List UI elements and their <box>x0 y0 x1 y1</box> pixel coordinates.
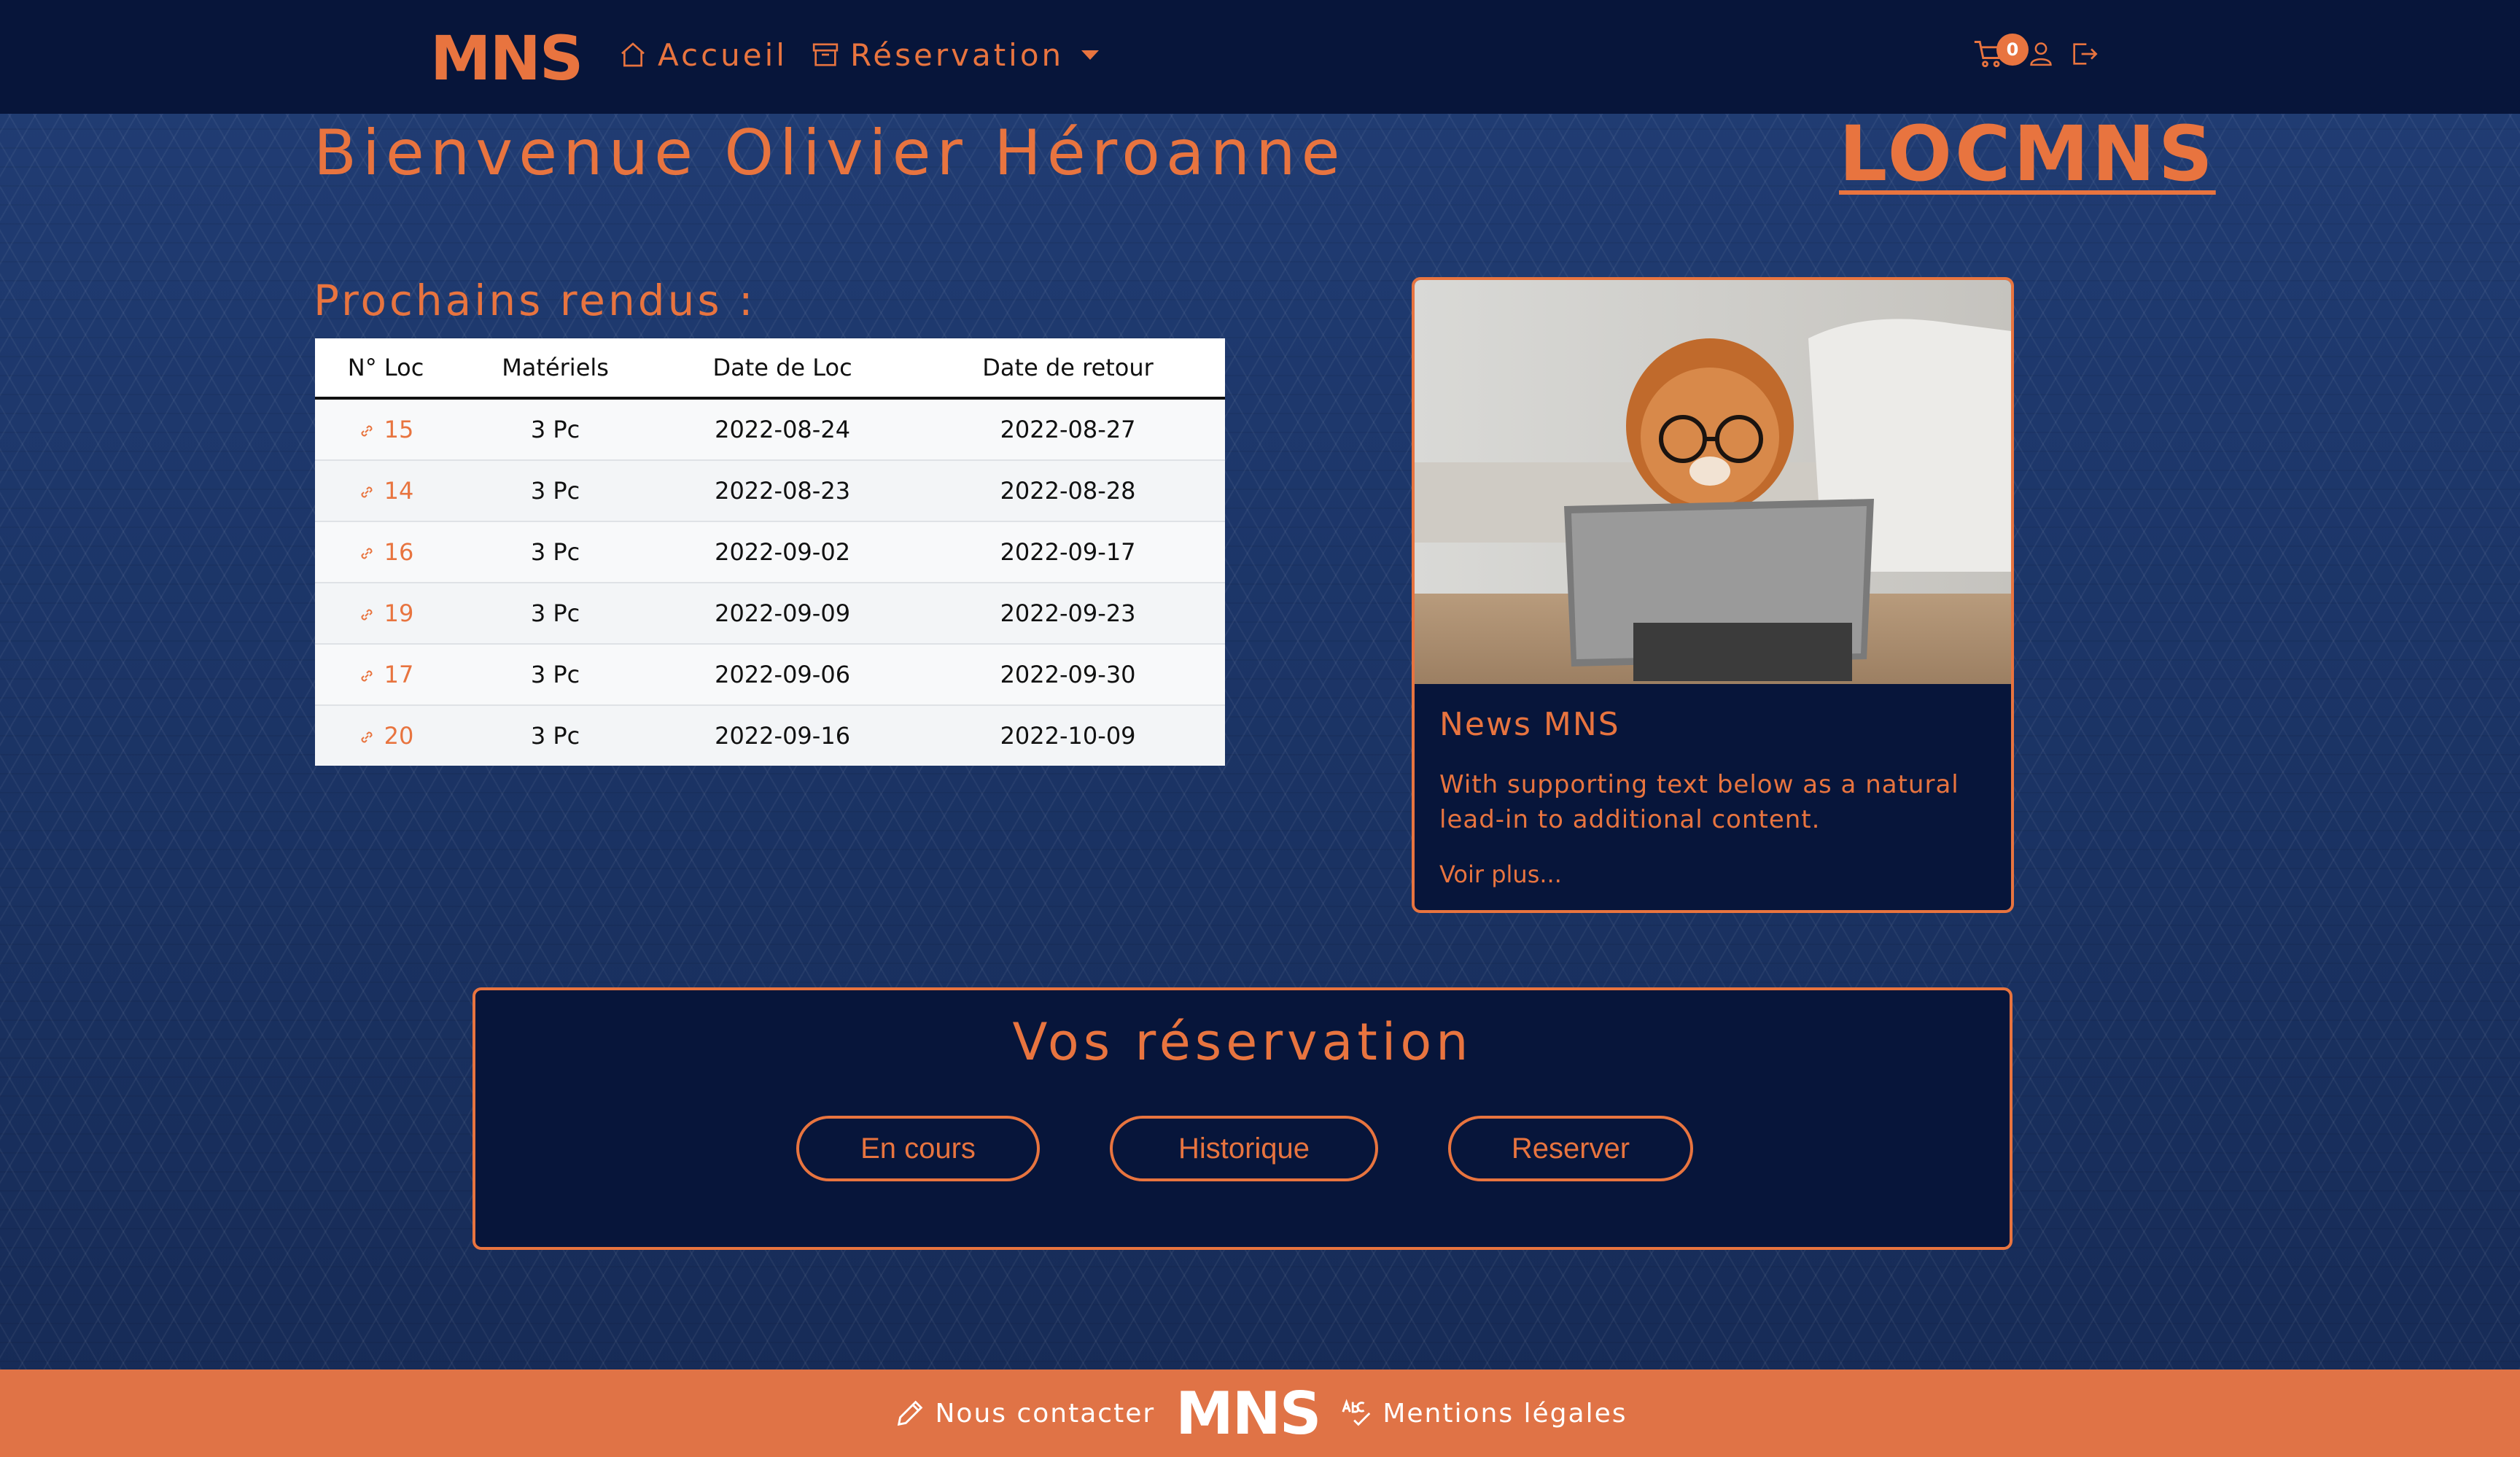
brand-logo[interactable]: MNS <box>430 22 583 95</box>
locmns-logo[interactable]: LOCMNS <box>1839 109 2216 198</box>
spellcheck-icon <box>1342 1399 1371 1426</box>
column-header-materials: Matériels <box>456 338 655 400</box>
link-icon <box>361 670 373 682</box>
footer-logo: MNS <box>1175 1379 1321 1448</box>
cart-count-badge: 0 <box>1996 34 2029 66</box>
pencil-icon <box>897 1400 922 1426</box>
loc-number: 16 <box>384 538 414 566</box>
table-row: 15 3 Pc 2022-08-24 2022-08-27 <box>315 397 1225 460</box>
loc-number: 14 <box>384 477 414 505</box>
loc-link[interactable]: 19 <box>358 599 414 627</box>
start-date-cell: 2022-09-09 <box>654 582 911 644</box>
start-date-cell: 2022-09-16 <box>654 704 911 766</box>
return-date-cell: 2022-09-30 <box>911 643 1225 705</box>
logout-icon <box>2073 43 2098 65</box>
link-icon <box>361 425 373 437</box>
start-date-cell: 2022-08-23 <box>654 459 911 521</box>
loc-number: 17 <box>384 661 414 688</box>
return-date-cell: 2022-10-09 <box>911 704 1225 766</box>
loc-link[interactable]: 16 <box>358 538 414 566</box>
reservations-title: Vos réservation <box>1012 1012 1473 1072</box>
table-row: 19 3 Pc 2022-09-09 2022-09-23 <box>315 582 1225 644</box>
chevron-down-icon <box>1081 50 1100 60</box>
loc-number: 19 <box>384 599 414 627</box>
materials-cell: 3 Pc <box>456 643 655 705</box>
news-see-more-link[interactable]: Voir plus... <box>1439 860 1562 888</box>
legal-label: Mentions légales <box>1382 1398 1628 1429</box>
history-button[interactable]: Historique <box>1110 1116 1378 1181</box>
upcoming-returns-table: N° Loc Matériels Date de Loc Date de ret… <box>315 338 1225 766</box>
column-header-start-date: Date de Loc <box>654 338 911 400</box>
legal-link[interactable]: Mentions légales <box>1340 1396 1627 1430</box>
in-progress-button[interactable]: En cours <box>796 1116 1040 1181</box>
start-date-cell: 2022-09-02 <box>654 521 911 583</box>
loc-number: 15 <box>384 416 414 443</box>
home-icon <box>621 42 645 67</box>
column-header-loc: N° Loc <box>315 338 457 400</box>
nav-reservation-label: Réservation <box>850 36 1065 73</box>
link-icon <box>361 609 373 621</box>
materials-cell: 3 Pc <box>456 704 655 766</box>
return-date-cell: 2022-09-17 <box>911 521 1225 583</box>
loc-link[interactable]: 14 <box>358 477 414 505</box>
reserve-button[interactable]: Reserver <box>1448 1116 1693 1181</box>
loc-link[interactable]: 20 <box>358 722 414 750</box>
link-icon <box>361 486 373 498</box>
footer: Nous contacter MNS Mentions légales <box>0 1369 2520 1457</box>
news-text: With supporting text below as a natural … <box>1439 770 1959 834</box>
contact-link[interactable]: Nous contacter <box>893 1396 1156 1430</box>
materials-cell: 3 Pc <box>456 397 655 460</box>
start-date-cell: 2022-09-06 <box>654 643 911 705</box>
nav-home-link[interactable]: Accueil <box>618 29 788 80</box>
profile-button[interactable] <box>2027 39 2055 70</box>
table-row: 16 3 Pc 2022-09-02 2022-09-17 <box>315 521 1225 583</box>
top-navbar: MNS Accueil Réservation 0 <box>0 0 2520 114</box>
user-icon <box>2030 42 2052 66</box>
news-image <box>1415 280 2011 684</box>
upcoming-returns-title: Prochains rendus : <box>314 276 756 325</box>
return-date-cell: 2022-08-27 <box>911 397 1225 460</box>
news-card: News MNS With supporting text below as a… <box>1412 277 2014 913</box>
news-title: News MNS <box>1439 706 1620 743</box>
table-row: 17 3 Pc 2022-09-06 2022-09-30 <box>315 643 1225 705</box>
materials-cell: 3 Pc <box>456 582 655 644</box>
materials-cell: 3 Pc <box>456 459 655 521</box>
return-date-cell: 2022-08-28 <box>911 459 1225 521</box>
link-icon <box>361 548 373 559</box>
loc-link[interactable]: 17 <box>358 661 414 688</box>
nav-home-label: Accueil <box>658 36 788 73</box>
table-row: 14 3 Pc 2022-08-23 2022-08-28 <box>315 459 1225 521</box>
table-row: 20 3 Pc 2022-09-16 2022-10-09 <box>315 704 1225 766</box>
archive-icon <box>812 43 839 66</box>
welcome-heading: Bienvenue Olivier Héroanne <box>314 117 1346 190</box>
table-header-row: N° Loc Matériels Date de Loc Date de ret… <box>315 338 1225 400</box>
loc-number: 20 <box>384 722 414 750</box>
nav-reservation-dropdown[interactable]: Réservation <box>811 29 1100 80</box>
column-header-return-date: Date de retour <box>911 338 1225 400</box>
start-date-cell: 2022-08-24 <box>654 397 911 460</box>
loc-link[interactable]: 15 <box>358 416 414 443</box>
link-icon <box>361 731 373 743</box>
materials-cell: 3 Pc <box>456 521 655 583</box>
reservations-panel: Vos réservation En cours Historique Rese… <box>472 987 2012 1250</box>
logout-button[interactable] <box>2069 39 2099 71</box>
return-date-cell: 2022-09-23 <box>911 582 1225 644</box>
contact-label: Nous contacter <box>935 1398 1156 1429</box>
